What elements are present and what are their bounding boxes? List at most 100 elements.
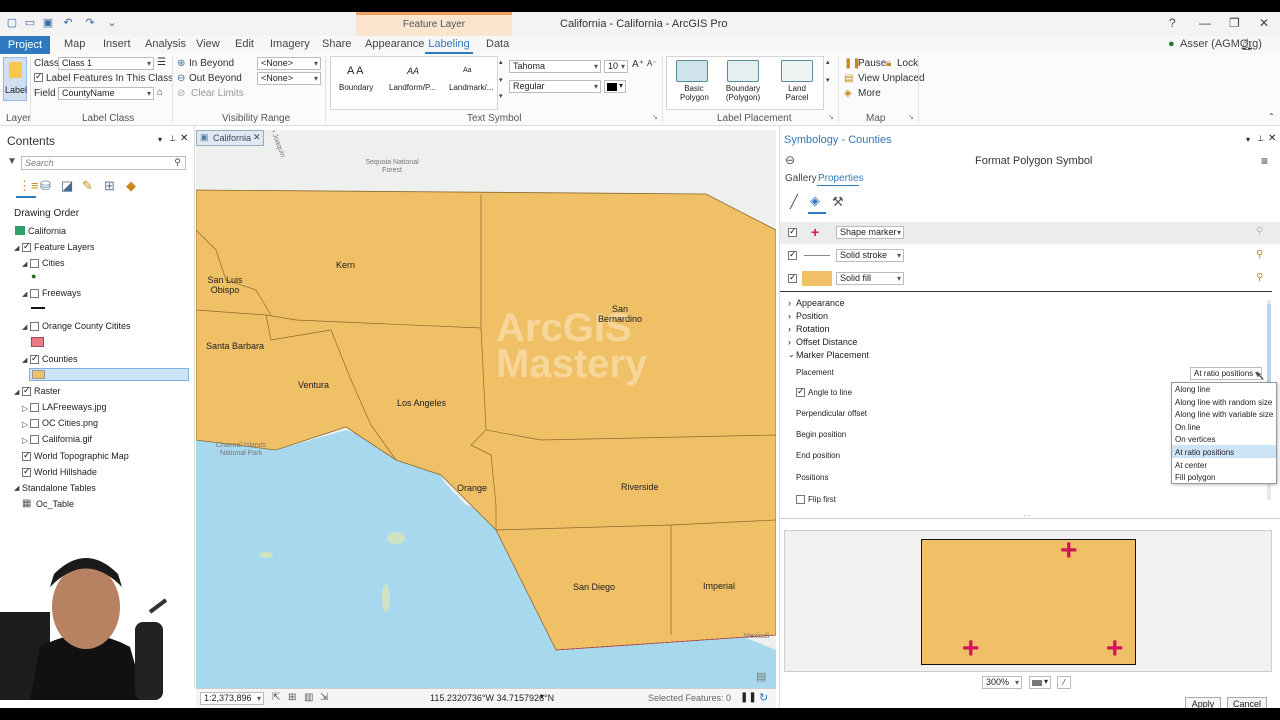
stroke-type-combo[interactable]: Solid stroke [836, 249, 904, 262]
symbol-layer-row[interactable]: Solid fill ⚲ [780, 268, 1280, 290]
county-label[interactable]: San Diego [573, 582, 615, 592]
placement-scroll-up-icon[interactable]: ▴ [826, 58, 830, 66]
tab-insert[interactable]: Insert [103, 38, 131, 50]
map-view[interactable]: ArcGIS Mastery San Joaquin Sequoia Natio… [196, 130, 776, 688]
fill-type-combo[interactable]: Solid fill [836, 272, 904, 285]
county-label[interactable]: Santa Barbara [206, 341, 264, 351]
notifications-icon[interactable]: 🔔︎ [1240, 38, 1254, 51]
tree-oc-cities[interactable]: OC Cities.png [42, 418, 98, 428]
tree-california-gif[interactable]: California.gif [42, 434, 92, 444]
map-info-icon[interactable]: ▤ [756, 670, 766, 683]
tab-project[interactable]: Project [0, 36, 50, 54]
new-project-icon[interactable]: ▢ [6, 17, 18, 29]
raster-checkbox[interactable] [22, 385, 31, 396]
section-marker-placement[interactable]: Marker Placement [796, 350, 869, 360]
counties-checkbox[interactable] [30, 353, 39, 364]
in-beyond-label[interactable]: In Beyond [189, 58, 234, 69]
tab-gallery[interactable]: Gallery [785, 173, 817, 184]
close-icon[interactable]: ✕ [253, 132, 261, 143]
freeways-checkbox[interactable] [30, 289, 39, 298]
measure-icon[interactable]: ⇲ [320, 692, 328, 703]
tree-california[interactable]: California [28, 226, 66, 236]
tree-standalone-tables[interactable]: Standalone Tables [22, 483, 96, 493]
orange-county-symbol[interactable] [31, 337, 44, 347]
redo-icon[interactable]: ↷ [84, 17, 96, 29]
orange-county-checkbox[interactable] [30, 322, 39, 331]
section-appearance[interactable]: Appearance [796, 298, 845, 308]
font-style-combo[interactable]: Regular [509, 80, 601, 93]
expand-triangle-icon[interactable]: ◢ [14, 484, 19, 492]
out-beyond-label[interactable]: Out Beyond [189, 73, 242, 84]
class-menu-icon[interactable]: ☰ [157, 57, 166, 68]
freeways-symbol[interactable] [31, 307, 45, 309]
option-on-vertices[interactable]: On vertices [1175, 435, 1215, 444]
tree-world-topo[interactable]: World Topographic Map [34, 451, 129, 461]
county-label[interactable]: Riverside [621, 482, 659, 492]
font-combo[interactable]: Tahoma [509, 60, 601, 73]
option-on-line[interactable]: On line [1175, 423, 1200, 432]
pin-icon[interactable]: ⊥ [1257, 134, 1264, 143]
text-color-picker[interactable]: ▾ [604, 80, 626, 93]
help-icon[interactable]: ? [1169, 16, 1176, 30]
tree-feature-layers[interactable]: Feature Layers [34, 242, 95, 252]
section-rotation[interactable]: Rotation [796, 324, 830, 334]
launcher-icon[interactable]: ↘ [908, 113, 914, 121]
cancel-button[interactable]: Cancel [1227, 697, 1267, 708]
pane-menu-icon[interactable]: ▾ [1246, 135, 1250, 144]
list-by-source-icon[interactable]: ⛁ [40, 178, 51, 194]
placement-scroll-down-icon[interactable]: ▾ [826, 76, 830, 84]
class-combo[interactable]: Class 1 [58, 57, 154, 70]
tab-edit[interactable]: Edit [235, 38, 254, 50]
placement-land-parcel[interactable]: Land Parcel [783, 84, 811, 102]
placement-basic-polygon[interactable]: Basic Polygon [680, 84, 709, 102]
close-icon[interactable]: ✕ [180, 133, 188, 144]
option-fill-polygon[interactable]: Fill polygon [1175, 473, 1215, 482]
world-hillshade-checkbox[interactable] [22, 466, 31, 477]
contents-search-input[interactable]: Search ⚲ [21, 156, 186, 170]
pause-button[interactable]: Pause [858, 58, 886, 69]
preview-zoom-combo[interactable]: 300% [982, 676, 1022, 689]
tab-properties[interactable]: Properties [818, 173, 864, 184]
minimize-icon[interactable]: — [1199, 16, 1211, 30]
county-label[interactable]: San Luis Obispo [202, 275, 248, 295]
lock-icon[interactable]: ⚲ [1256, 272, 1263, 283]
tree-cities[interactable]: Cities [42, 258, 65, 268]
tab-data[interactable]: Data [486, 38, 509, 50]
symbol-tab-brush-icon[interactable]: ╱ [790, 194, 798, 210]
filter-icon[interactable]: ▼ [7, 156, 17, 167]
option-at-center[interactable]: At center [1175, 461, 1207, 470]
tab-imagery[interactable]: Imagery [270, 38, 310, 50]
pause-draw-icon[interactable]: ▥ [304, 692, 313, 703]
list-by-editing-icon[interactable]: ✎ [82, 178, 93, 194]
expand-triangle-icon[interactable]: ◢ [22, 290, 27, 298]
more-button[interactable]: More [858, 88, 881, 99]
gallery-scroll-up-icon[interactable]: ▴ [499, 58, 503, 66]
clear-limits-label[interactable]: Clear Limits [191, 88, 244, 99]
expand-triangle-icon[interactable]: ◢ [14, 244, 19, 252]
angle-to-line-checkbox[interactable] [796, 386, 805, 397]
expand-triangle-icon[interactable]: ◢ [22, 356, 27, 364]
fill-layer-checkbox[interactable] [788, 272, 797, 283]
expand-triangle-icon[interactable]: ◢ [22, 260, 27, 268]
save-icon[interactable]: ▣ [42, 17, 54, 29]
list-by-selection-icon[interactable]: ◪ [61, 178, 73, 194]
launcher-icon[interactable]: ↘ [652, 113, 658, 121]
restore-icon[interactable]: ❐ [1229, 16, 1240, 30]
label-features-checkbox[interactable] [34, 71, 43, 82]
launcher-icon[interactable]: ↘ [828, 113, 834, 121]
back-arrow-icon[interactable]: ⊖ [785, 153, 795, 167]
cities-checkbox[interactable] [30, 259, 39, 268]
tab-share[interactable]: Share [322, 38, 351, 50]
customize-qat-icon[interactable]: ⌄ [106, 17, 118, 29]
preview-background-picker[interactable]: ▾ [1029, 676, 1051, 689]
stroke-layer-checkbox[interactable] [788, 249, 797, 260]
view-unplaced-button[interactable]: View Unplaced [858, 73, 925, 84]
marker-type-combo[interactable]: Shape marker [836, 226, 904, 239]
option-along-line-random-size[interactable]: Along line with random size [1175, 398, 1272, 407]
refresh-icon[interactable]: ↻ [759, 691, 768, 704]
tree-la-freeways[interactable]: LAFreeways.jpg [42, 402, 107, 412]
section-position[interactable]: Position [796, 311, 828, 321]
chevron-down-icon[interactable]: ▾ [540, 692, 544, 701]
tree-freeways[interactable]: Freeways [42, 288, 81, 298]
open-project-icon[interactable]: ▭ [24, 17, 36, 29]
